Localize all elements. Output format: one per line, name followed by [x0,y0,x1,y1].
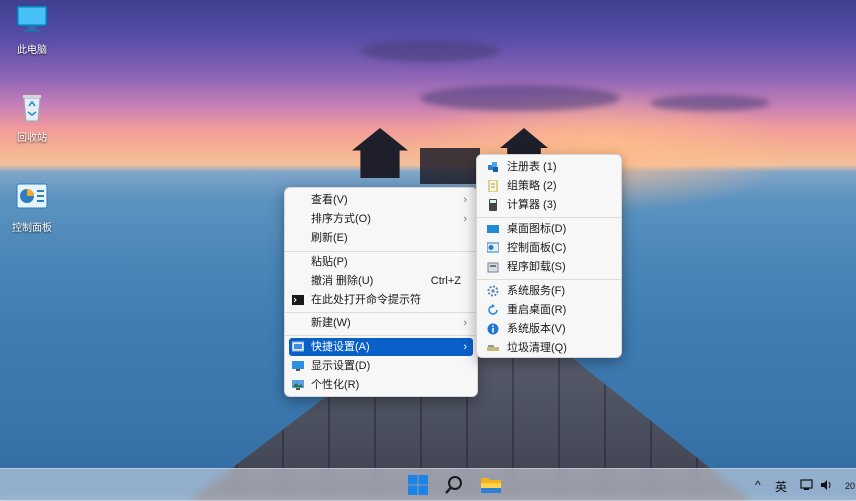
cmd-icon [292,295,304,305]
monitor-icon [16,5,48,32]
display-icon [292,361,304,371]
calculator-icon [489,199,497,211]
desktop-icon-label: 此电脑 [17,45,47,56]
network-icon[interactable] [800,479,814,491]
desktop-icon-label: 回收站 [17,133,47,144]
volume-icon[interactable] [820,479,834,491]
menu-item-refresh[interactable]: 刷新(E) [289,229,473,247]
ime-indicator[interactable]: 英 [775,478,787,495]
wallpaper-cloud [420,85,620,111]
personalize-icon [292,380,304,390]
submenu-item-restart-desktop[interactable]: 重启桌面(R) [481,301,617,319]
uninstall-icon [487,262,499,273]
menu-separator [477,217,621,218]
wallpaper-pier-frame [420,148,480,184]
control-panel-icon [16,183,48,209]
submenu-item-control-panel[interactable]: 控制面板(C) [481,239,617,257]
submenu-item-system-version[interactable]: 系统版本(V) [481,320,617,338]
menu-item-display-settings[interactable]: 显示设置(D) [289,357,473,375]
chevron-right-icon: › [463,317,467,329]
desktop-context-menu: 查看(V) › 排序方式(O) › 刷新(E) 粘贴(P) 撤消 删除(U) C… [284,187,478,397]
desktop-icon-this-pc[interactable]: 此电脑 [2,4,62,56]
submenu-item-cleanup[interactable]: 垃圾清理(Q) [481,339,617,357]
clock-text[interactable]: 20 [845,481,855,491]
submenu-item-group-policy[interactable]: 组策略 (2) [481,177,617,195]
menu-item-personalize[interactable]: 个性化(R) [289,376,473,394]
restart-icon [488,304,498,315]
cleanup-icon [487,345,499,351]
wallpaper-cloud [360,40,500,62]
recycle-bin-icon [23,95,41,122]
desktop-icon-label: 控制面板 [12,223,52,234]
menu-separator [285,251,477,252]
desktop-icon [487,225,499,233]
menu-item-paste[interactable]: 粘贴(P) [289,253,473,271]
submenu-item-desktop-icons[interactable]: 桌面图标(D) [481,220,617,238]
quick-settings-submenu: 注册表 (1) 组策略 (2) 计算器 (3) 桌面图标(D) 控制面板(C) [476,154,622,358]
start-icon[interactable] [407,475,429,495]
menu-separator [285,312,477,313]
menu-item-open-cmd-here[interactable]: 在此处打开命令提示符 [289,291,473,309]
menu-item-undo-delete[interactable]: 撤消 删除(U) Ctrl+Z [289,272,473,290]
chevron-right-icon: › [463,341,467,353]
menu-item-quick-settings[interactable]: 快捷设置(A) › [289,338,473,356]
menu-separator [285,335,477,336]
menu-item-view[interactable]: 查看(V) › [289,191,473,209]
registry-icon [488,162,498,172]
taskbar: ^ 英 20 [0,468,856,501]
chevron-right-icon: › [463,213,467,225]
menu-separator [477,279,621,280]
chevron-right-icon: › [463,194,467,206]
menu-item-sort-by[interactable]: 排序方式(O) › [289,210,473,228]
quick-settings-icon [292,341,304,352]
control-panel-icon [487,242,499,253]
menu-item-new[interactable]: 新建(W) › [289,314,473,332]
submenu-item-uninstall-programs[interactable]: 程序卸载(S) [481,258,617,276]
tray-overflow-chevron[interactable]: ^ [755,478,761,492]
desktop-icon-recycle-bin[interactable]: 回收站 [2,92,62,144]
submenu-item-calculator[interactable]: 计算器 (3) [481,196,617,214]
services-icon [487,285,499,297]
policy-icon [488,180,498,192]
desktop-icon-control-panel[interactable]: 控制面板 [2,182,62,234]
file-explorer-icon[interactable] [480,475,502,495]
search-icon[interactable] [443,475,465,495]
submenu-item-system-services[interactable]: 系统服务(F) [481,282,617,300]
shortcut-label: Ctrl+Z [430,275,461,287]
wallpaper-cloud [650,95,770,111]
submenu-item-registry[interactable]: 注册表 (1) [481,158,617,176]
info-icon [487,323,499,335]
